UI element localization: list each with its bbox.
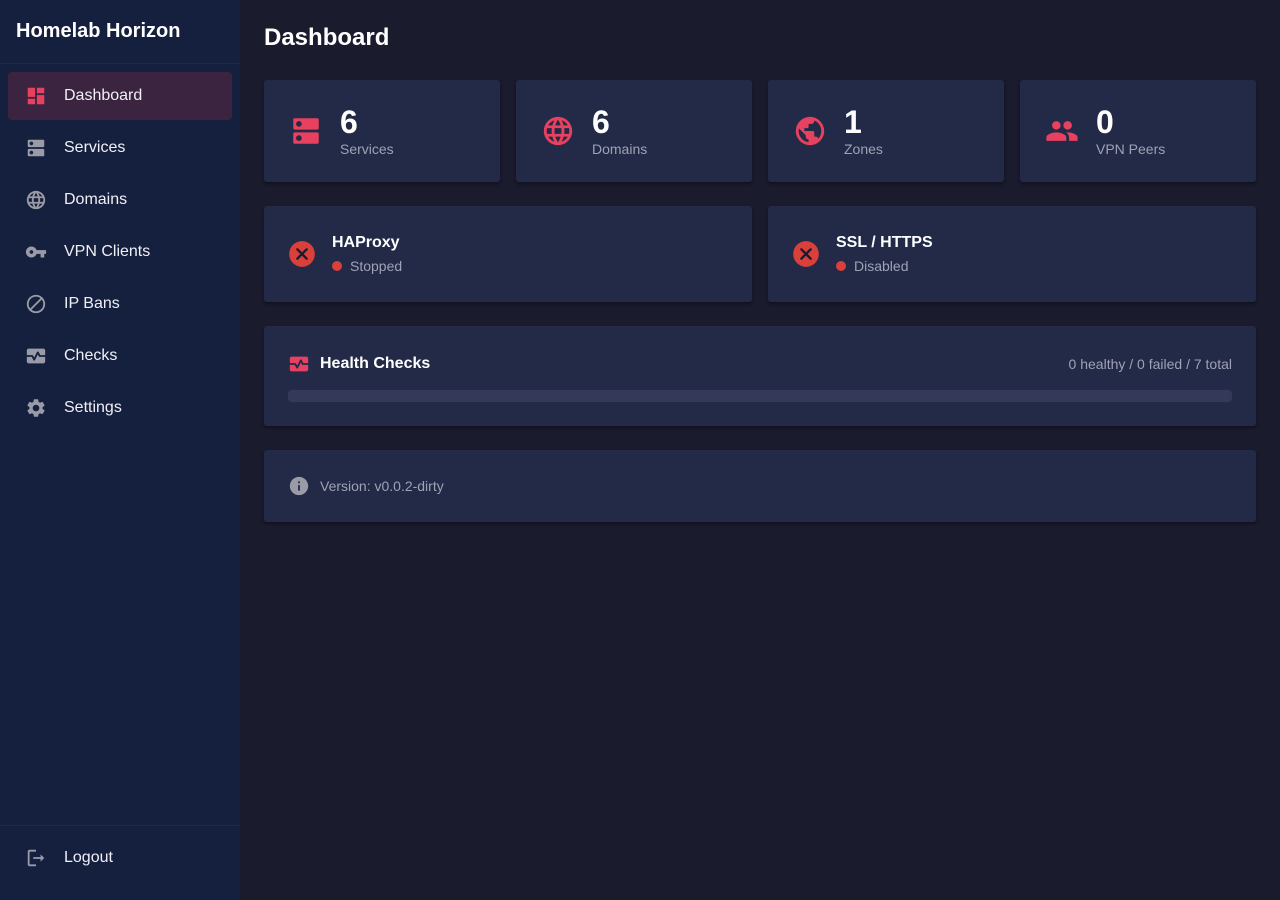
health-checks-header: Health Checks 0 healthy / 0 failed / 7 t…: [288, 354, 1232, 374]
sidebar-item-label: VPN Clients: [64, 243, 151, 260]
stat-label: Domains: [592, 141, 648, 157]
status-card-ssl: SSL / HTTPS Disabled: [768, 206, 1256, 302]
status-state: Disabled: [836, 258, 933, 274]
sidebar-item-label: Dashboard: [64, 87, 143, 104]
dashboard-icon: [24, 84, 48, 108]
status-dot-icon: [332, 261, 342, 271]
key-icon: [24, 240, 48, 264]
globe-icon: [540, 113, 576, 149]
people-icon: [1044, 113, 1080, 149]
sidebar-item-vpn-clients[interactable]: VPN Clients: [8, 228, 232, 276]
main-content: Dashboard 6 Services 6 Domains 1 Zones 0…: [240, 0, 1280, 900]
status-state-label: Disabled: [854, 258, 909, 274]
sidebar-item-settings[interactable]: Settings: [8, 384, 232, 432]
stat-label: Zones: [844, 141, 883, 157]
error-circle-icon: [289, 241, 315, 267]
logout-icon: [24, 846, 48, 870]
monitor-heart-icon: [24, 344, 48, 368]
health-checks-title-label: Health Checks: [320, 355, 431, 372]
status-name: HAProxy: [332, 234, 400, 251]
sidebar-item-label: Services: [64, 139, 126, 156]
status-text: HAProxy Stopped: [332, 234, 402, 274]
stat-card-zones: 1 Zones: [768, 80, 1004, 182]
sidebar-item-label: Checks: [64, 347, 118, 364]
status-state: Stopped: [332, 258, 402, 274]
health-checks-card: Health Checks 0 healthy / 0 failed / 7 t…: [264, 326, 1256, 426]
stat-card-domains: 6 Domains: [516, 80, 752, 182]
globe-icon: [24, 188, 48, 212]
health-checks-summary: 0 healthy / 0 failed / 7 total: [1068, 356, 1232, 372]
sidebar-item-dashboard[interactable]: Dashboard: [8, 72, 232, 120]
health-progress-bar: [288, 390, 1232, 402]
status-text: SSL / HTTPS Disabled: [836, 234, 933, 274]
sidebar-item-checks[interactable]: Checks: [8, 332, 232, 380]
stat-value: 0: [1096, 104, 1114, 140]
stat-value: 6: [592, 104, 610, 140]
sidebar-item-services[interactable]: Services: [8, 124, 232, 172]
stat-text: 0 VPN Peers: [1096, 105, 1165, 157]
page-title: Dashboard: [264, 24, 390, 51]
logout-label: Logout: [64, 849, 113, 866]
stat-value: 6: [340, 104, 358, 140]
public-globe-icon: [792, 113, 828, 149]
status-card-haproxy: HAProxy Stopped: [264, 206, 752, 302]
server-icon: [24, 136, 48, 160]
stat-label: Services: [340, 141, 394, 157]
stat-text: 6 Domains: [592, 105, 647, 157]
status-name: SSL / HTTPS: [836, 234, 933, 251]
sidebar-item-ip-bans[interactable]: IP Bans: [8, 280, 232, 328]
sidebar-footer: Logout: [0, 825, 240, 900]
sidebar-item-domains[interactable]: Domains: [8, 176, 232, 224]
stats-row: 6 Services 6 Domains 1 Zones 0 VPN Peers: [264, 80, 1256, 182]
block-icon: [24, 292, 48, 316]
monitor-heart-icon: [289, 356, 309, 372]
info-icon: [289, 476, 309, 496]
status-dot-icon: [836, 261, 846, 271]
stat-text: 6 Services: [340, 105, 394, 157]
sidebar-item-label: Settings: [64, 399, 122, 416]
stat-text: 1 Zones: [844, 105, 883, 157]
gear-icon: [24, 396, 48, 420]
logout-button[interactable]: Logout: [8, 834, 232, 882]
service-status-row: HAProxy Stopped SSL / HTTPS Disabled: [264, 206, 1256, 302]
server-icon: [288, 113, 324, 149]
version-card: Version: v0.0.2-dirty: [264, 450, 1256, 522]
health-checks-title: Health Checks: [288, 353, 430, 375]
status-state-label: Stopped: [350, 258, 403, 274]
app-title: Homelab Horizon: [0, 0, 240, 64]
sidebar-item-label: IP Bans: [64, 295, 120, 312]
version-text: Version: v0.0.2-dirty: [320, 478, 444, 494]
stat-card-vpn-peers: 0 VPN Peers: [1020, 80, 1256, 182]
sidebar-item-label: Domains: [64, 191, 128, 208]
stat-label: VPN Peers: [1096, 141, 1166, 157]
sidebar-nav: Dashboard Services Domains VPN Clients I…: [0, 64, 240, 436]
stat-card-services: 6 Services: [264, 80, 500, 182]
app-root: Homelab Horizon Dashboard Services Domai…: [0, 0, 1280, 900]
error-circle-icon: [793, 241, 819, 267]
stat-value: 1: [844, 104, 862, 140]
sidebar: Homelab Horizon Dashboard Services Domai…: [0, 0, 240, 900]
